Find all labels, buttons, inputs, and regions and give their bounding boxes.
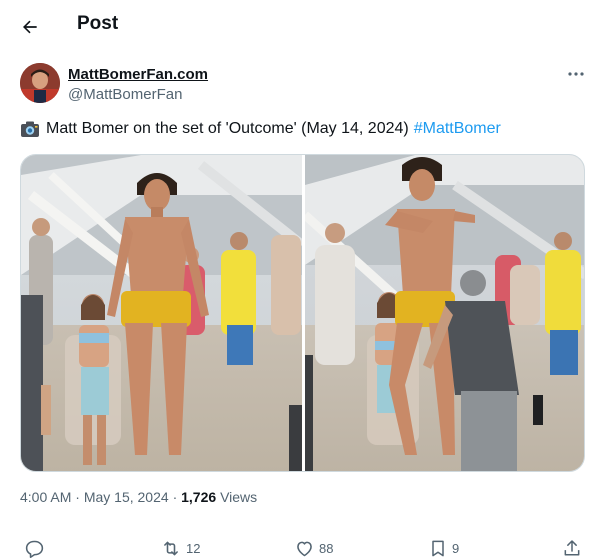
back-arrow-icon	[23, 20, 37, 34]
more-button[interactable]	[562, 62, 590, 86]
like-count: 88	[319, 541, 334, 556]
share-icon	[564, 540, 580, 556]
retweet-icon	[164, 541, 178, 556]
like-icon	[297, 541, 312, 557]
tweet-text: Matt Bomer on the set of 'Outcome' (May …	[20, 120, 501, 138]
media-grid	[20, 154, 585, 472]
page-title: Post	[77, 13, 119, 34]
post-meta: 4:00 AM · May 15, 2024 · 1,726 Views	[20, 489, 257, 505]
bookmark-count: 9	[452, 541, 460, 556]
views-count: 1,726	[181, 489, 217, 505]
like-button[interactable]: 88	[294, 538, 333, 559]
tweet-body: Matt Bomer on the set of 'Outcome' (May …	[46, 120, 409, 137]
photo-left[interactable]	[21, 155, 302, 471]
more-icon	[568, 72, 584, 76]
photo-right[interactable]	[305, 155, 584, 471]
retweet-count: 12	[186, 541, 201, 556]
meta-separator: ·	[75, 489, 80, 505]
share-button[interactable]	[562, 538, 582, 559]
back-button[interactable]	[14, 11, 46, 43]
reply-icon	[25, 540, 44, 559]
author-handle[interactable]: @MattBomerFan	[68, 86, 182, 103]
bookmark-button[interactable]: 9	[428, 538, 459, 559]
post-time[interactable]: 4:00 AM	[20, 489, 71, 505]
meta-separator: ·	[172, 489, 178, 505]
post-date[interactable]: May 15, 2024	[84, 489, 169, 505]
retweet-button[interactable]: 12	[160, 538, 200, 559]
reply-button[interactable]	[24, 538, 49, 559]
camera-icon	[21, 121, 39, 137]
avatar[interactable]	[20, 63, 60, 103]
top-bar: Post	[0, 0, 599, 52]
bookmark-icon	[432, 540, 444, 557]
hashtag-link[interactable]: #MattBomer	[414, 120, 501, 138]
views-label: Views	[220, 489, 258, 505]
action-bar: 12 88 9	[0, 532, 599, 559]
author-name[interactable]: MattBomerFan.com	[68, 66, 208, 83]
